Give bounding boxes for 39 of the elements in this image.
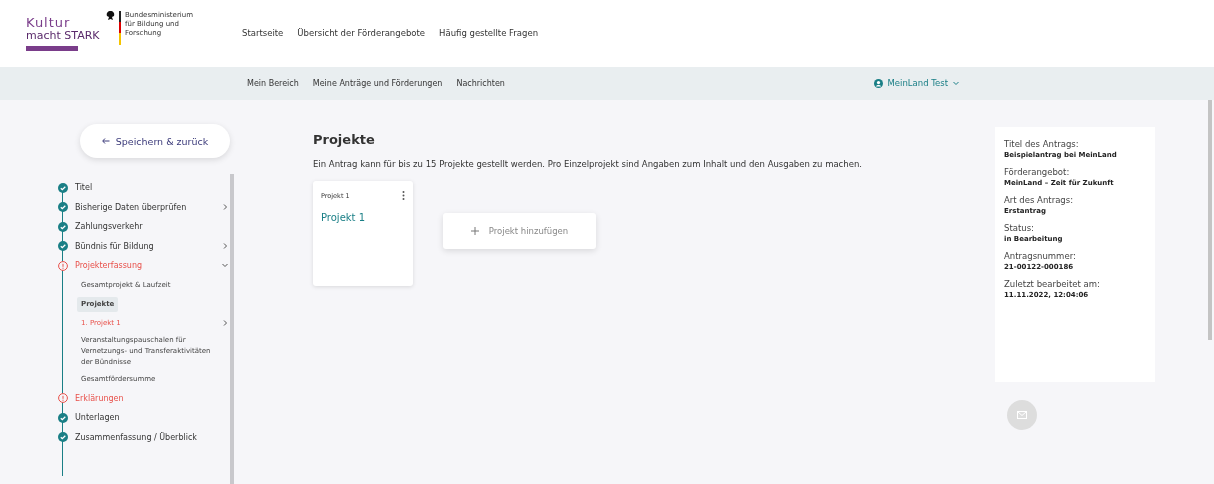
step-link[interactable]: Titel xyxy=(75,183,228,193)
user-menu[interactable]: MeinLand Test xyxy=(887,78,948,89)
plus-icon xyxy=(470,227,479,235)
scrollbar[interactable] xyxy=(230,174,234,484)
nav-link[interactable]: Häufig gestellte Fragen xyxy=(439,28,539,39)
summary-label: Titel des Antrags: xyxy=(1004,139,1080,149)
intro-text: Ein Antrag kann für bis zu 15 Projekte gestellt werden. Pro Einzelprojekt sind Angaben zum Inhalt und den Ausgaben zu machen. xyxy=(313,159,863,169)
scrollbar[interactable] xyxy=(1208,100,1212,340)
user-icon xyxy=(873,78,883,88)
mail-icon xyxy=(1017,411,1027,419)
step-link[interactable]: Zahlungsverkehr xyxy=(75,222,228,232)
summary-label: Status: xyxy=(1004,223,1035,233)
logo-text: macht STARK xyxy=(26,28,100,43)
add-project-button[interactable]: Projekt hinzufügen xyxy=(443,213,596,249)
message-button[interactable] xyxy=(1007,400,1037,430)
arrow-left-icon xyxy=(101,138,110,144)
logo-badge xyxy=(26,45,78,51)
step-link[interactable]: Projekterfassung xyxy=(75,261,215,271)
summary-label: Antragsnummer: xyxy=(1004,251,1077,261)
chevron-down-icon xyxy=(953,80,959,86)
step-link[interactable]: Erklärungen xyxy=(75,393,228,403)
logo-text: Kultur xyxy=(26,15,72,29)
step-link[interactable]: Bündnis für Bildung xyxy=(75,241,216,251)
summary-label: Art des Antrags: xyxy=(1004,195,1075,205)
step-link[interactable]: Zusammenfassung / Überblick xyxy=(75,432,228,442)
step-link[interactable]: Unterlagen xyxy=(75,413,228,423)
more-icon[interactable] xyxy=(402,191,405,200)
summary-label: Förderangebot: xyxy=(1004,167,1071,177)
nav-link[interactable]: Meine Anträge und Förderungen xyxy=(312,78,443,88)
back-button[interactable]: Speichern & zurück xyxy=(80,124,230,158)
nav-link[interactable]: Startseite xyxy=(242,28,284,39)
page-title: Projekte xyxy=(313,132,376,147)
step-link[interactable]: Bisherige Daten überprüfen xyxy=(75,202,216,212)
flag-stripe xyxy=(119,11,121,46)
project-link[interactable]: Projekt 1 xyxy=(321,212,405,223)
nav-link[interactable]: Übersicht der Förderangebote xyxy=(297,28,426,39)
nav-link[interactable]: Mein Bereich xyxy=(247,78,299,88)
nav-link[interactable]: Nachrichten xyxy=(456,78,505,88)
summary-label: Zuletzt bearbeitet am: xyxy=(1004,279,1101,289)
